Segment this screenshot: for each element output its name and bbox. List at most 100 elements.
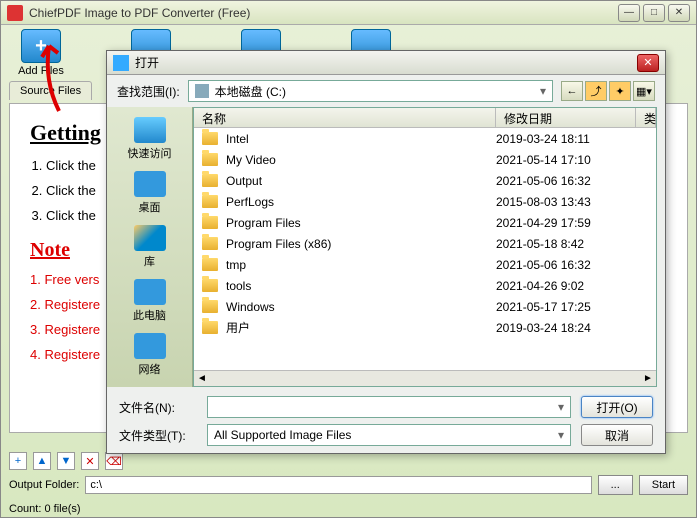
file-name: Intel [226, 132, 249, 146]
file-name: Program Files [226, 216, 301, 230]
file-list-panel: 名称 修改日期 类 Intel 2019-03-24 18:11 My Video 2… [193, 107, 657, 387]
file-name: tmp [226, 258, 246, 272]
down-button[interactable]: ▼ [57, 452, 75, 470]
folder-icon [202, 258, 218, 271]
look-in-label: 查找范围(I): [117, 83, 180, 100]
folder-icon [202, 174, 218, 187]
place-libraries[interactable]: 库 [107, 225, 192, 269]
file-name: tools [226, 279, 251, 293]
back-button[interactable]: ← [561, 81, 583, 101]
file-name: My Video [226, 153, 276, 167]
file-date: 2021-05-14 17:10 [496, 153, 636, 167]
file-row[interactable]: Intel 2019-03-24 18:11 [194, 128, 656, 149]
output-label: Output Folder: [9, 479, 79, 491]
file-date: 2021-04-29 17:59 [496, 216, 636, 230]
filename-label: 文件名(N): [119, 399, 197, 416]
window-title: ChiefPDF Image to PDF Converter (Free) [29, 6, 250, 20]
dialog-close-button[interactable]: ✕ [637, 54, 659, 72]
open-button[interactable]: 打开(O) [581, 396, 653, 418]
file-row[interactable]: Program Files (x86) 2021-05-18 8:42 [194, 233, 656, 254]
column-type[interactable]: 类 [636, 108, 656, 127]
up-button[interactable]: ▲ [33, 452, 51, 470]
dialog-icon [113, 55, 129, 71]
file-row[interactable]: Windows 2021-05-17 17:25 [194, 296, 656, 317]
place-this-pc[interactable]: 此电脑 [107, 279, 192, 323]
folder-icon [202, 153, 218, 166]
up-folder-button[interactable]: ⤴ [585, 81, 607, 101]
file-name: Program Files (x86) [226, 237, 331, 251]
file-date: 2021-05-18 8:42 [496, 237, 636, 251]
file-name: Output [226, 174, 262, 188]
file-name: 用户 [226, 319, 250, 336]
horizontal-scrollbar[interactable]: ◄ ► [194, 370, 656, 386]
file-row[interactable]: Output2021-05-06 16:32 [194, 170, 656, 191]
remove-small-button[interactable]: ✕ [81, 452, 99, 470]
chevron-down-icon: ▾ [540, 84, 546, 98]
file-date: 2021-05-17 17:25 [496, 300, 636, 314]
place-desktop[interactable]: 桌面 [107, 171, 192, 215]
close-button[interactable]: ✕ [668, 4, 690, 22]
places-bar: 快速访问 桌面 库 此电脑 网络 [107, 107, 193, 387]
status-bar: Count: 0 file(s) [9, 503, 81, 515]
file-name: PerfLogs [226, 195, 274, 209]
file-row[interactable]: 用户2019-03-24 18:24 [194, 317, 656, 338]
column-name[interactable]: 名称 [194, 108, 496, 127]
star-icon [134, 117, 166, 143]
file-date: 2021-04-26 9:02 [496, 279, 636, 293]
drive-icon [195, 84, 209, 98]
add-files-button[interactable]: + Add Files [11, 29, 71, 77]
file-row[interactable]: Program Files 2021-04-29 17:59 [194, 212, 656, 233]
scroll-left-icon[interactable]: ◄ [194, 373, 210, 384]
view-menu-button[interactable]: ▦▾ [633, 81, 655, 101]
library-icon [134, 225, 166, 251]
filename-input[interactable]: ▾ [207, 396, 571, 418]
folder-icon [202, 195, 218, 208]
file-row[interactable]: tools 2021-04-26 9:02 [194, 275, 656, 296]
file-date: 2015-08-03 13:43 [496, 195, 636, 209]
scroll-right-icon[interactable]: ► [640, 373, 656, 384]
file-name: Windows [226, 300, 275, 314]
place-quick-access[interactable]: 快速访问 [107, 117, 192, 161]
pc-icon [134, 279, 166, 305]
dialog-bottom: 文件名(N): ▾ 打开(O) 文件类型(T): All Supported I… [107, 387, 665, 455]
folder-icon [202, 216, 218, 229]
browse-button[interactable]: ... [598, 475, 633, 495]
nav-buttons: ← ⤴ ✦ ▦▾ [561, 81, 655, 101]
tab-source-files[interactable]: Source Files [9, 81, 92, 100]
folder-icon [202, 321, 218, 334]
output-folder-input[interactable] [85, 476, 591, 494]
maximize-button[interactable]: □ [643, 4, 665, 22]
file-row[interactable]: My Video 2021-05-14 17:10 [194, 149, 656, 170]
column-date[interactable]: 修改日期 [496, 108, 636, 127]
start-button[interactable]: Start [639, 475, 688, 495]
filetype-select[interactable]: All Supported Image Files▾ [207, 424, 571, 446]
dialog-titlebar: 打开 ✕ [107, 51, 665, 75]
drive-label: 本地磁盘 (C:) [215, 83, 286, 100]
file-date: 2019-03-24 18:11 [496, 132, 636, 146]
look-in-row: 查找范围(I): 本地磁盘 (C:) ▾ ← ⤴ ✦ ▦▾ [107, 75, 665, 107]
folder-icon [202, 279, 218, 292]
look-in-select[interactable]: 本地磁盘 (C:) ▾ [188, 80, 553, 102]
folder-icon [202, 132, 218, 145]
file-open-dialog: 打开 ✕ 查找范围(I): 本地磁盘 (C:) ▾ ← ⤴ ✦ ▦▾ 快速访问 … [106, 50, 666, 454]
file-list-header: 名称 修改日期 类 [194, 108, 656, 128]
filetype-label: 文件类型(T): [119, 427, 197, 444]
folder-icon [202, 300, 218, 313]
dialog-body: 快速访问 桌面 库 此电脑 网络 名称 修改日期 类 Intel 2019-03-… [107, 107, 665, 387]
minimize-button[interactable]: — [618, 4, 640, 22]
desktop-icon [134, 171, 166, 197]
place-network[interactable]: 网络 [107, 333, 192, 377]
new-folder-button[interactable]: ✦ [609, 81, 631, 101]
titlebar: ChiefPDF Image to PDF Converter (Free) —… [1, 1, 696, 25]
file-date: 2021-05-06 16:32 [496, 258, 636, 272]
cancel-button[interactable]: 取消 [581, 424, 653, 446]
add-small-button[interactable]: + [9, 452, 27, 470]
chevron-down-icon: ▾ [558, 400, 564, 414]
plus-icon: + [21, 29, 61, 63]
dialog-title: 打开 [135, 54, 159, 71]
file-row[interactable]: PerfLogs 2015-08-03 13:43 [194, 191, 656, 212]
file-list[interactable]: Intel 2019-03-24 18:11 My Video 2021-05-14 … [194, 128, 656, 370]
app-icon [7, 5, 23, 21]
file-row[interactable]: tmp 2021-05-06 16:32 [194, 254, 656, 275]
folder-icon [202, 237, 218, 250]
